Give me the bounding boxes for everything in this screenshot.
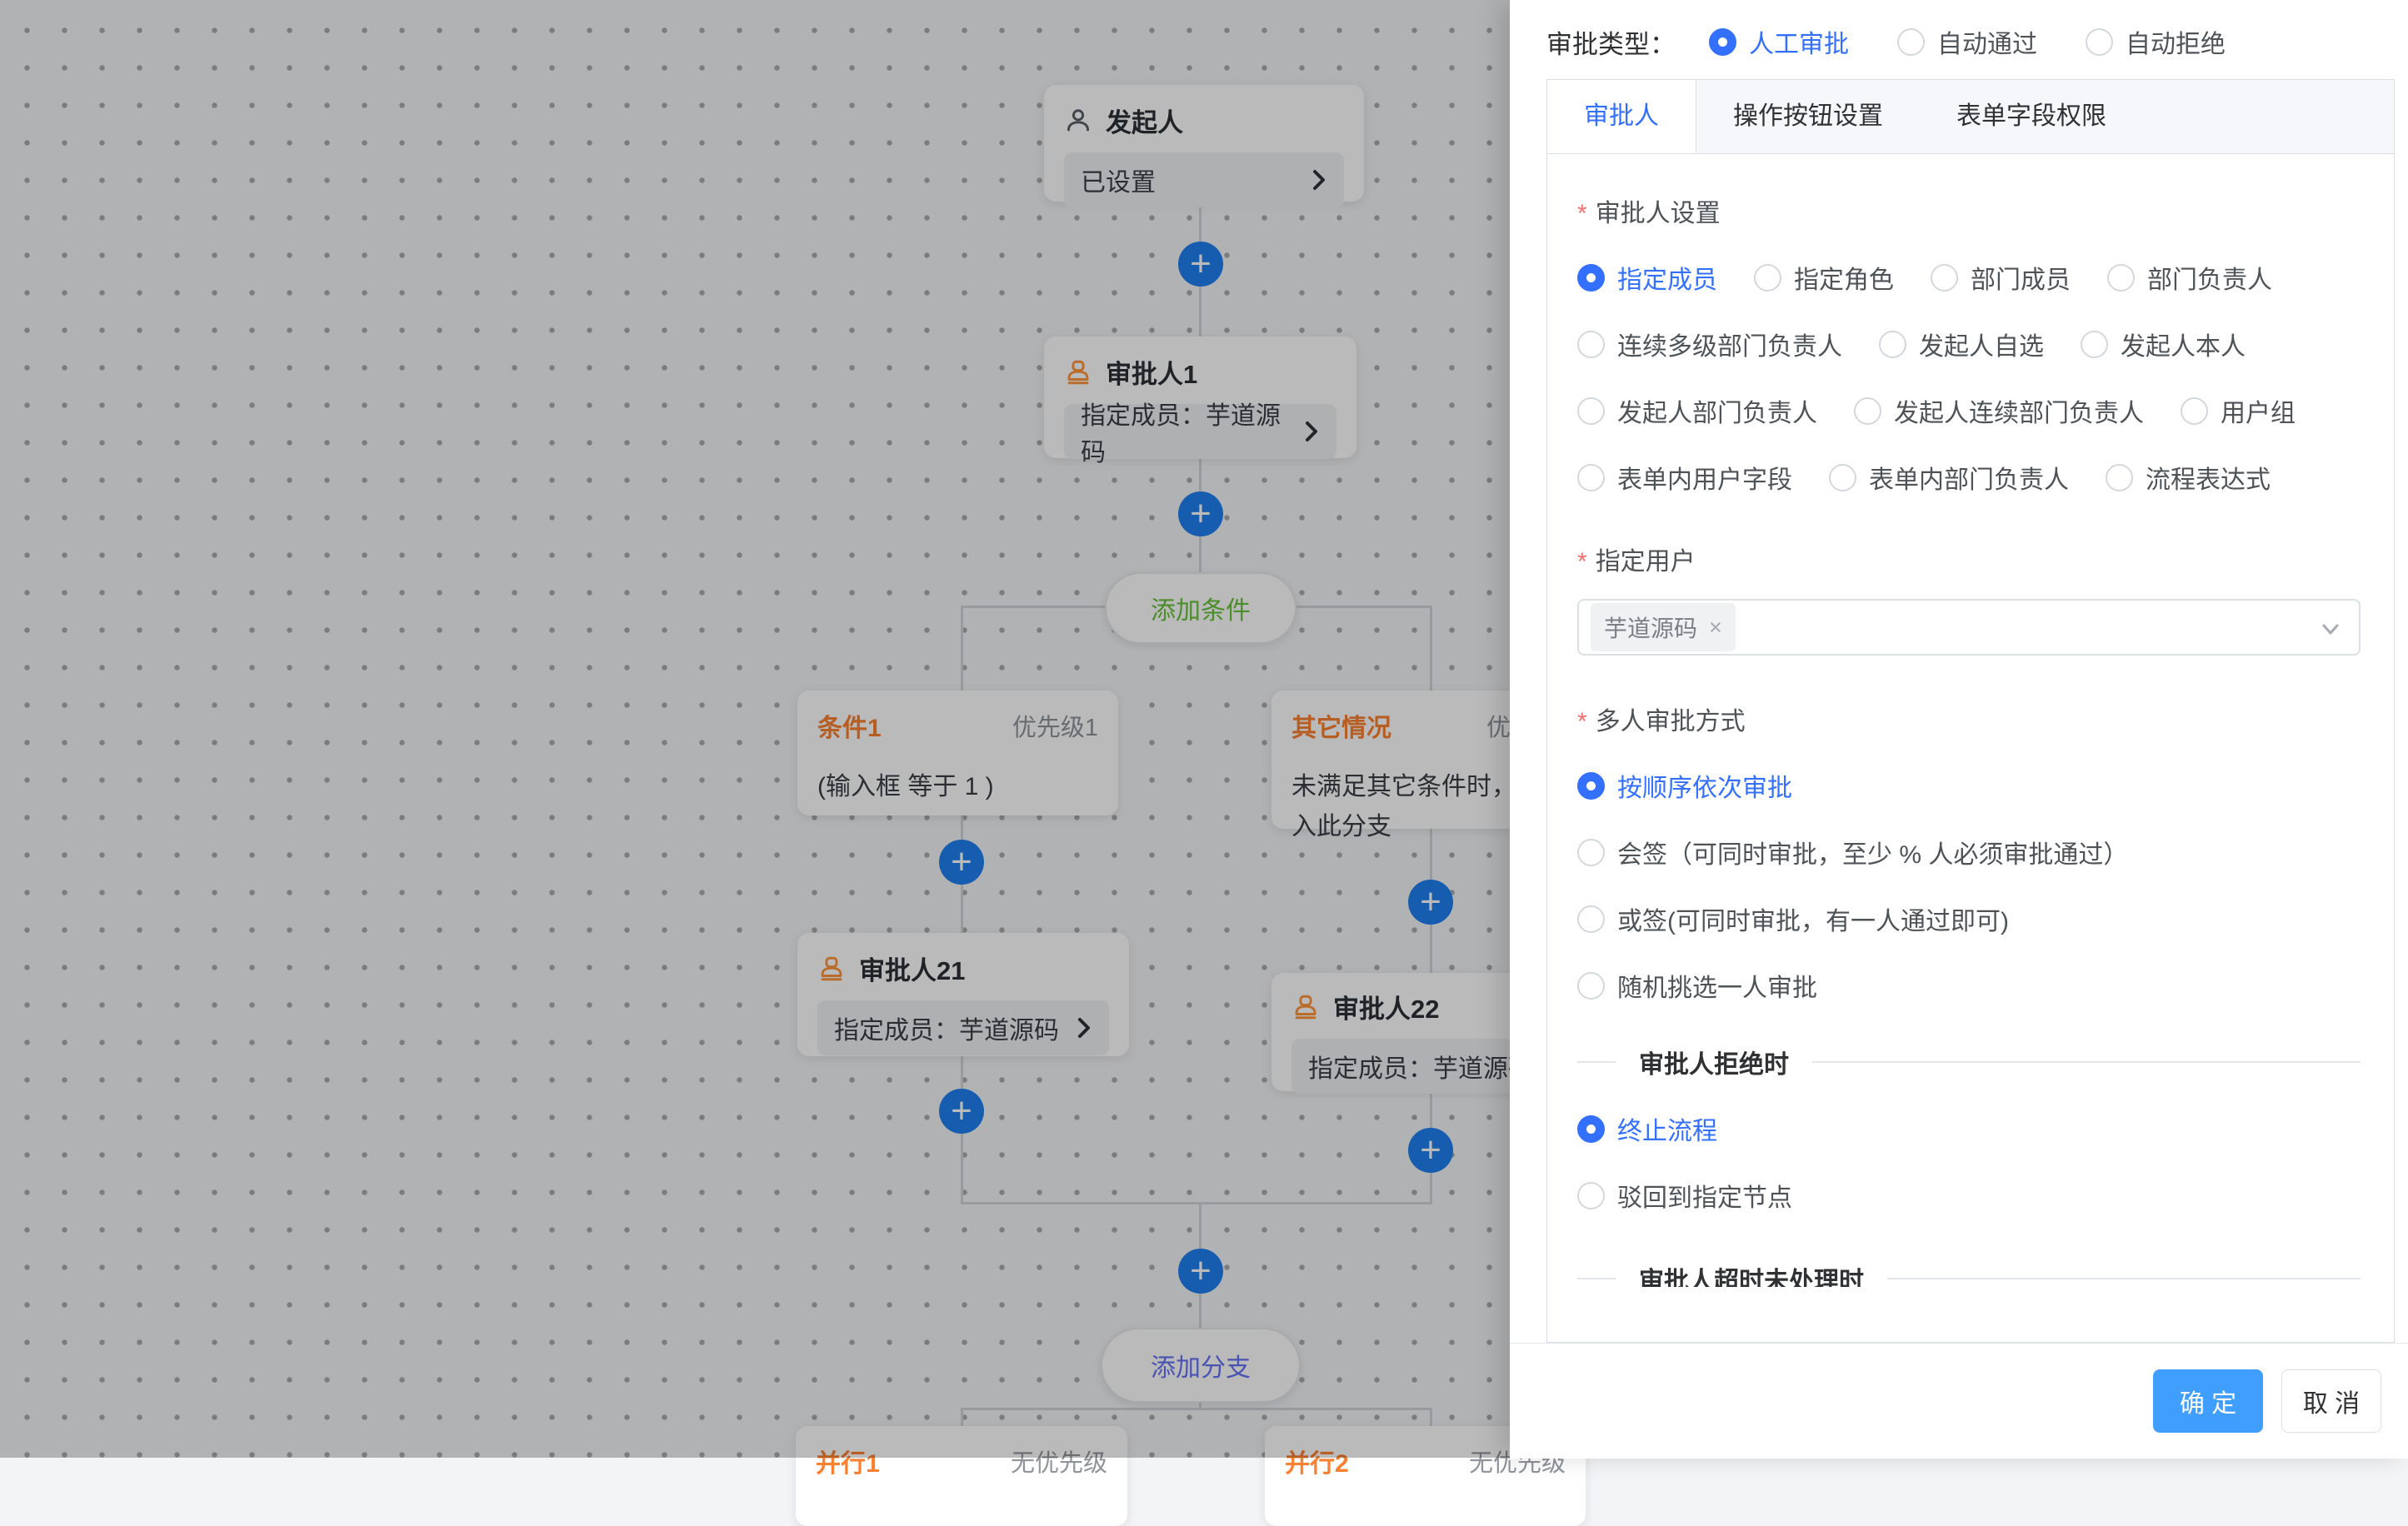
- assign-user-select[interactable]: 芋道源码 ×: [1577, 599, 2361, 656]
- radio-dept-leader[interactable]: 部门负责人: [2107, 259, 2272, 296]
- assign-user-label: 指定用户: [1577, 541, 2361, 577]
- tabs-header: 审批人 操作按钮设置 表单字段权限: [1547, 80, 2394, 154]
- radio-initiator-dept-leader[interactable]: 发起人部门负责人: [1577, 392, 1817, 429]
- radio-icon: [2081, 331, 2108, 358]
- radio-initiator-choose[interactable]: 发起人自选: [1879, 326, 2044, 362]
- radio-icon: [1829, 464, 1856, 491]
- approver-setting-row1: 指定成员 指定角色 部门成员 部门负责人: [1577, 259, 2361, 296]
- approver-setting-label: 审批人设置: [1577, 192, 2361, 229]
- radio-terminate-process[interactable]: 终止流程: [1577, 1110, 2361, 1147]
- approver-setting-row4: 表单内用户字段 表单内部门负责人 流程表达式: [1577, 459, 2361, 496]
- radio-icon: [1854, 397, 1881, 425]
- approver-setting-row3: 发起人部门负责人 发起人连续部门负责人 用户组: [1577, 392, 2361, 429]
- radio-icon: [1577, 905, 1605, 933]
- timeout-section-title: 审批人超时未处理时: [1639, 1260, 1864, 1287]
- radio-icon: [1754, 264, 1781, 292]
- radio-initiator-multi-dept-leader[interactable]: 发起人连续部门负责人: [1854, 392, 2144, 429]
- radio-form-dept-leader[interactable]: 表单内部门负责人: [1829, 459, 2069, 496]
- reject-section-divider: 审批人拒绝时: [1577, 1044, 2361, 1080]
- radio-icon: [1577, 972, 1605, 1000]
- radio-manual-approve[interactable]: 人工审批: [1709, 23, 1849, 60]
- radio-icon: [1879, 331, 1906, 358]
- radio-orsign[interactable]: 或签(可同时审批，有一人通过即可): [1577, 900, 2361, 937]
- radio-icon: [1577, 264, 1605, 292]
- radio-auto-pass[interactable]: 自动通过: [1897, 23, 2037, 60]
- multi-approve-options: 按顺序依次审批 会签（可同时审批，至少 % 人必须审批通过） 或签(可同时审批，…: [1577, 767, 2361, 1004]
- multi-approve-label: 多人审批方式: [1577, 701, 2361, 737]
- radio-sequential-approve[interactable]: 按顺序依次审批: [1577, 767, 2361, 804]
- radio-icon: [2086, 28, 2113, 56]
- radio-icon: [1577, 331, 1605, 358]
- user-tag-label: 芋道源码: [1604, 611, 1697, 644]
- confirm-button[interactable]: 确 定: [2153, 1369, 2263, 1433]
- radio-dept-member[interactable]: 部门成员: [1931, 259, 2071, 296]
- radio-multi-level-dept-leader[interactable]: 连续多级部门负责人: [1577, 326, 1842, 362]
- approve-type-row: 审批类型： 人工审批 自动通过 自动拒绝: [1546, 15, 2395, 68]
- tab-approver[interactable]: 审批人: [1547, 80, 1696, 153]
- radio-icon: [1577, 772, 1605, 800]
- tab-form-field-permission[interactable]: 表单字段权限: [1920, 80, 2143, 153]
- radio-return-to-node[interactable]: 驳回到指定节点: [1577, 1177, 2361, 1214]
- radio-icon: [1577, 1115, 1605, 1143]
- radio-icon: [1577, 464, 1605, 491]
- reject-options: 终止流程 驳回到指定节点: [1577, 1110, 2361, 1214]
- chevron-down-icon: [2319, 617, 2342, 641]
- reject-section-title: 审批人拒绝时: [1639, 1044, 1789, 1080]
- radio-icon: [1709, 28, 1736, 56]
- cancel-button[interactable]: 取 消: [2281, 1369, 2381, 1433]
- approve-node-config-drawer: 审批类型： 人工审批 自动通过 自动拒绝 审批人 操作按钮设置 表单字段权限 审…: [1510, 0, 2408, 1458]
- radio-icon: [1577, 1182, 1605, 1209]
- radio-countersign[interactable]: 会签（可同时审批，至少 % 人必须审批通过）: [1577, 834, 2361, 870]
- radio-form-user-field[interactable]: 表单内用户字段: [1577, 459, 1792, 496]
- tag-close-icon[interactable]: ×: [1709, 615, 1722, 641]
- radio-process-expression[interactable]: 流程表达式: [2106, 459, 2271, 496]
- radio-auto-reject[interactable]: 自动拒绝: [2086, 23, 2226, 60]
- radio-assigned-role[interactable]: 指定角色: [1754, 259, 1894, 296]
- radio-icon: [2181, 397, 2208, 425]
- timeout-section-divider: 审批人超时未处理时: [1577, 1260, 2361, 1287]
- approver-setting-row2: 连续多级部门负责人 发起人自选 发起人本人: [1577, 326, 2361, 362]
- radio-user-group[interactable]: 用户组: [2181, 392, 2296, 429]
- radio-icon: [2107, 264, 2135, 292]
- radio-random-one[interactable]: 随机挑选一人审批: [1577, 967, 2361, 1004]
- radio-icon: [2106, 464, 2133, 491]
- approve-type-label: 审批类型：: [1546, 23, 1676, 61]
- radio-initiator-self[interactable]: 发起人本人: [2081, 326, 2246, 362]
- radio-icon: [1577, 839, 1605, 866]
- user-tag: 芋道源码 ×: [1591, 603, 1736, 651]
- radio-assigned-member[interactable]: 指定成员: [1577, 259, 1717, 296]
- radio-icon: [1577, 397, 1605, 425]
- tab-pane-approver[interactable]: 审批人设置 指定成员 指定角色 部门成员 部门负责人 连续多级部门负责人 发起人…: [1547, 154, 2394, 1287]
- radio-icon: [1931, 264, 1958, 292]
- tab-button-settings[interactable]: 操作按钮设置: [1696, 80, 1920, 153]
- radio-icon: [1897, 28, 1925, 56]
- config-tabs-card: 审批人 操作按钮设置 表单字段权限 审批人设置 指定成员 指定角色 部门成员 部…: [1546, 79, 2395, 1343]
- drawer-footer: 确 定 取 消: [1510, 1343, 2408, 1459]
